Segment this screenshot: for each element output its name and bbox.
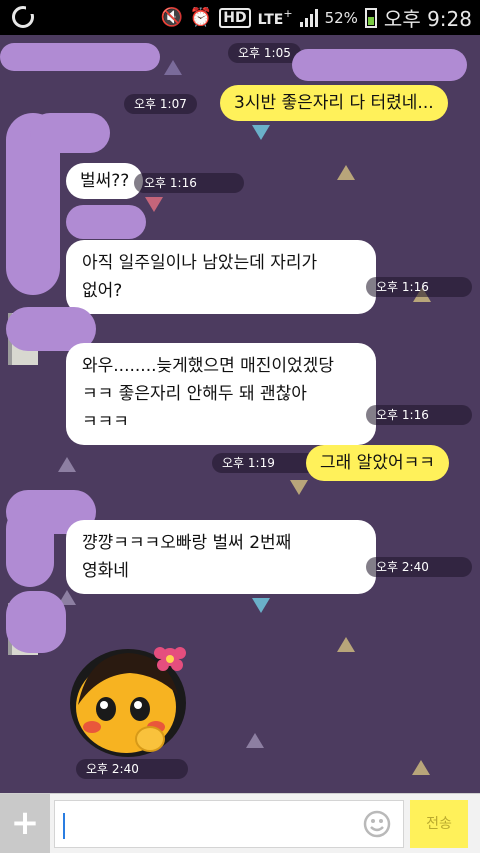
triangle-decoration — [145, 197, 163, 212]
triangle-decoration — [412, 760, 430, 775]
message-input-bar: + 전송 — [0, 793, 480, 853]
battery-percent: 52% — [324, 8, 358, 27]
incoming-message[interactable]: 아직 일주일이나 남았는데 자리가 없어? — [66, 240, 376, 314]
hd-voice-icon: HD — [219, 7, 251, 28]
message-time: 오후 1:07 — [124, 94, 197, 114]
signal-icon — [299, 8, 318, 27]
redacted-area — [0, 43, 160, 71]
mute-icon: 🔇 — [160, 7, 183, 28]
message-time: 오후 2:40 — [76, 759, 188, 779]
message-time: 오후 1:16 — [366, 405, 472, 425]
lte-indicator: LTE+ — [257, 6, 293, 28]
triangle-decoration — [252, 598, 270, 613]
triangle-decoration — [58, 457, 76, 472]
clock: 오후 9:28 — [383, 7, 472, 31]
message-input[interactable] — [54, 800, 404, 848]
incoming-message[interactable]: 꺙꺙ㅋㅋㅋ오빠랑 벌써 2번째 영화네 — [66, 520, 376, 594]
triangle-decoration — [246, 733, 264, 748]
chat-area[interactable]: 오후 1:05 오후 1:07 3시반 좋은자리 다 터렸네... 벌써?? 오… — [0, 35, 480, 793]
triangle-decoration — [337, 165, 355, 180]
emoji-icon[interactable] — [363, 810, 391, 838]
attach-plus-button[interactable]: + — [0, 794, 50, 853]
triangle-decoration — [252, 125, 270, 140]
triangle-decoration — [337, 637, 355, 652]
redacted-avatar — [6, 591, 66, 653]
blushing-girl-emoticon[interactable] — [68, 635, 194, 759]
redacted-name — [66, 205, 146, 239]
incoming-message[interactable]: 와우........늦게했으면 매진이었겠당 ㅋㅋ 좋은자리 안해두 돼 괜찮아… — [66, 343, 376, 445]
status-bar: 🔇 ⏰ HD LTE+ 52% 오후 9:28 — [0, 0, 480, 35]
message-time: 오후 2:40 — [366, 557, 472, 577]
redacted-message — [292, 49, 467, 81]
outgoing-message[interactable]: 3시반 좋은자리 다 터렸네... — [220, 85, 448, 121]
outgoing-message[interactable]: 그래 알았어ㅋㅋ — [306, 445, 449, 481]
message-time: 오후 1:05 — [228, 43, 301, 63]
triangle-decoration — [290, 480, 308, 495]
text-cursor — [63, 813, 65, 839]
triangle-decoration — [164, 60, 182, 75]
message-time: 오후 1:16 — [366, 277, 472, 297]
redacted-name — [30, 113, 110, 153]
message-time: 오후 1:16 — [134, 173, 244, 193]
battery-icon — [364, 7, 377, 28]
alarm-icon: ⏰ — [189, 7, 213, 28]
redacted-avatar — [6, 505, 54, 587]
app-logo-icon — [12, 5, 35, 28]
send-button[interactable]: 전송 — [410, 800, 468, 848]
incoming-message[interactable]: 벌써?? — [66, 163, 144, 199]
